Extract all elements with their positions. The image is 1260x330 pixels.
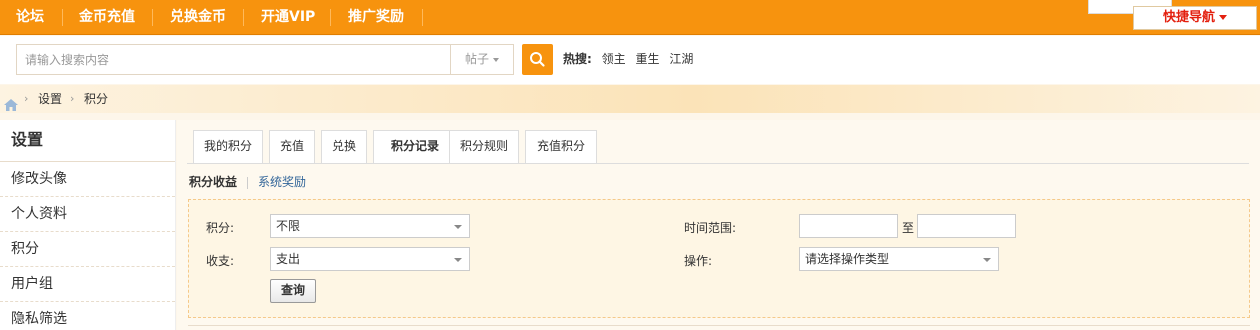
hot-search-word[interactable]: 领主 <box>602 52 626 66</box>
tab-recharge[interactable]: 充值 <box>269 130 315 163</box>
start-date-input[interactable] <box>799 214 898 238</box>
credit-type-value: 不限 <box>276 219 301 233</box>
breadcrumb: › 设置 › 积分 <box>0 85 1260 113</box>
nav-item-promotion[interactable]: 推广奖励 <box>348 0 404 35</box>
nav-item-recharge[interactable]: 金币充值 <box>79 0 135 35</box>
content-divider <box>188 325 1250 330</box>
sidebar-item-profile[interactable]: 个人资料 <box>0 197 175 232</box>
nav-item-vip[interactable]: 开通VIP <box>261 0 315 35</box>
search-button[interactable] <box>522 44 553 75</box>
nav-item-forum[interactable]: 论坛 <box>16 0 44 35</box>
tab-exchange[interactable]: 兑换 <box>321 130 367 163</box>
breadcrumb-separator: › <box>70 92 75 105</box>
breadcrumb-item-credits[interactable]: 积分 <box>84 85 108 113</box>
search-type-select[interactable]: 帖子 <box>450 45 513 74</box>
inout-value: 支出 <box>276 252 301 266</box>
tab-recharge-credits[interactable]: 充值积分 <box>525 130 597 163</box>
sidebar-title: 设置 <box>0 120 175 162</box>
search-icon <box>530 52 545 67</box>
search-type-label: 帖子 <box>464 52 489 66</box>
breadcrumb-separator: › <box>24 92 29 105</box>
nav-divider <box>62 9 63 26</box>
chevron-down-icon <box>454 258 462 262</box>
quick-nav-button[interactable]: 快捷导航 <box>1133 6 1257 30</box>
filter-panel: 积分: 不限 收支: 支出 时间范围: 至 操作: 请选择操作类型 查询 <box>188 199 1250 318</box>
quick-nav-label: 快捷导航 <box>1162 10 1215 25</box>
time-range-separator: 至 <box>902 221 915 235</box>
chevron-down-icon <box>454 225 462 229</box>
nav-divider <box>330 9 331 26</box>
credit-type-label: 积分: <box>206 221 235 235</box>
sidebar-item-privacy[interactable]: 隐私筛选 <box>0 302 175 330</box>
hot-search: 热搜: 领主 重生 江湖 <box>563 44 699 75</box>
search-input[interactable] <box>17 45 450 74</box>
top-nav-bar: 论坛 金币充值 兑换金币 开通VIP 推广奖励 <box>0 0 1260 35</box>
tab-my-credits[interactable]: 我的积分 <box>193 130 263 163</box>
operation-value: 请选择操作类型 <box>805 252 890 266</box>
hot-search-word[interactable]: 江湖 <box>669 52 693 66</box>
tab-credit-rules[interactable]: 积分规则 <box>449 130 519 163</box>
hot-search-label: 热搜: <box>563 52 592 66</box>
nav-divider <box>152 9 153 26</box>
subnav-divider <box>247 176 249 189</box>
home-icon[interactable] <box>4 93 18 121</box>
search-box: 帖子 <box>16 44 514 75</box>
nav-divider <box>422 9 423 26</box>
sidebar-item-credits[interactable]: 积分 <box>0 232 175 267</box>
operation-select[interactable]: 请选择操作类型 <box>799 247 999 271</box>
breadcrumb-item-settings[interactable]: 设置 <box>38 85 62 113</box>
chevron-down-icon <box>983 258 991 262</box>
tabs-divider <box>187 163 1249 164</box>
sidebar-item-usergroup[interactable]: 用户组 <box>0 267 175 302</box>
settings-sidebar: 设置 修改头像 个人资料 积分 用户组 隐私筛选 <box>0 120 176 330</box>
main-content: 我的积分 充值 兑换 积分记录 积分规则 充值积分 积分收益 系统奖励 积分: 不… <box>177 120 1260 330</box>
search-bar: 帖子 热搜: 领主 重生 江湖 <box>0 36 1260 84</box>
inout-select[interactable]: 支出 <box>270 247 470 271</box>
credit-type-select[interactable]: 不限 <box>270 214 470 238</box>
query-button[interactable]: 查询 <box>270 279 317 303</box>
sidebar-item-avatar[interactable]: 修改头像 <box>0 162 175 197</box>
end-date-input[interactable] <box>917 214 1016 238</box>
inout-label: 收支: <box>206 254 235 268</box>
subnav-current[interactable]: 积分收益 <box>189 175 237 189</box>
operation-label: 操作: <box>684 254 713 268</box>
subnav-link-system-reward[interactable]: 系统奖励 <box>258 175 306 189</box>
time-range-label: 时间范围: <box>684 221 737 235</box>
sub-nav: 积分收益 系统奖励 <box>189 172 306 192</box>
tab-credit-log[interactable]: 积分记录 <box>373 130 457 164</box>
chevron-down-icon <box>493 57 499 62</box>
hot-search-word[interactable]: 重生 <box>635 52 659 66</box>
chevron-down-icon <box>1219 15 1227 20</box>
nav-item-exchange[interactable]: 兑换金币 <box>170 0 226 35</box>
nav-divider <box>243 9 244 26</box>
